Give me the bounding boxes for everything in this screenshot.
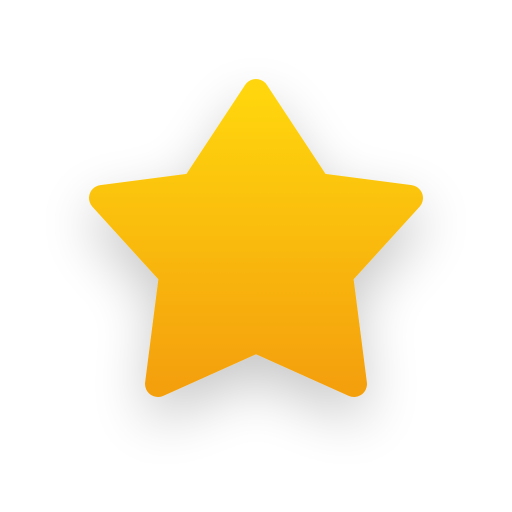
star-icon [89,79,423,397]
star-shape [89,79,423,397]
icon-canvas [0,0,512,512]
